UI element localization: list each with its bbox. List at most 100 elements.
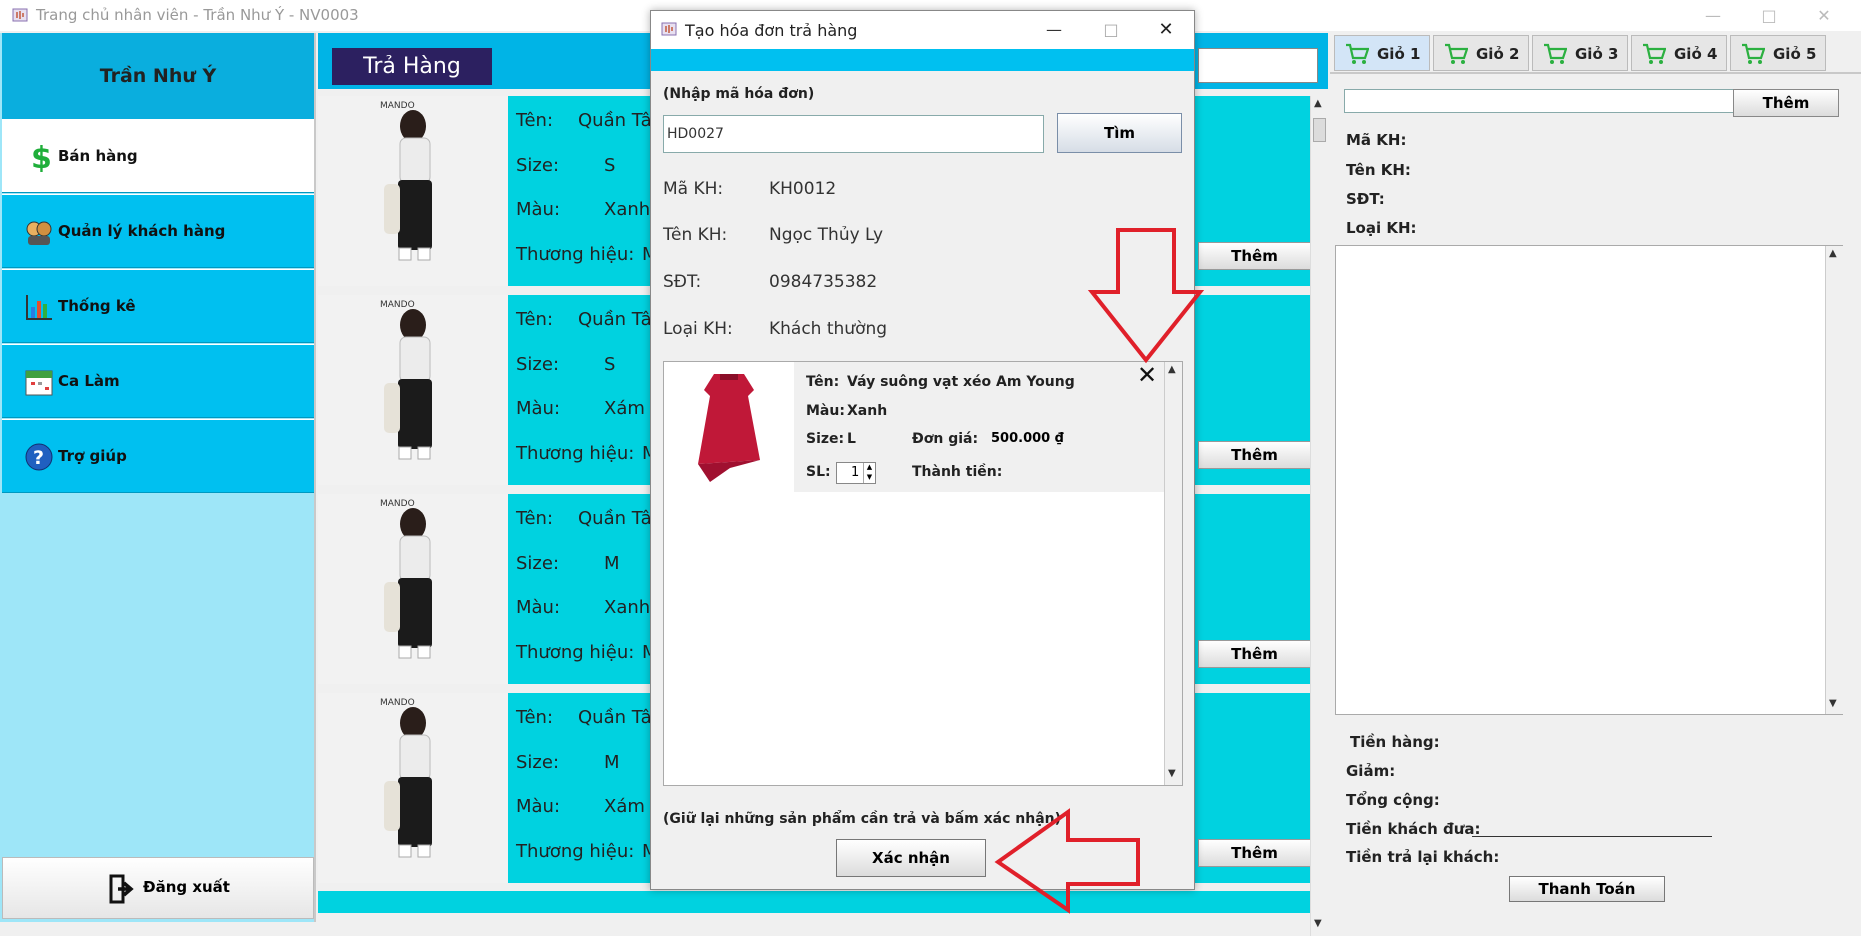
customer-type: Khách thường (769, 319, 888, 339)
product-size: S (604, 354, 616, 375)
search-invoice-button[interactable]: Tìm (1057, 113, 1182, 153)
scroll-up-icon[interactable]: ▲ (1829, 248, 1837, 259)
return-items-scrollbar[interactable]: ▲ ▼ (1164, 362, 1182, 785)
remove-item-icon[interactable]: ✕ (1134, 363, 1160, 388)
help-icon: ? (25, 443, 53, 471)
invoice-code-input[interactable] (663, 115, 1044, 153)
cash-received-input[interactable] (1472, 836, 1712, 837)
tab-gio-3[interactable]: Giỏ 3 (1532, 35, 1628, 71)
customer-type-label: Loại KH: (663, 319, 733, 339)
cart-items-list: ▲ ▼ (1335, 245, 1843, 715)
sidebar-item-label: Quản lý khách hàng (58, 222, 226, 240)
tab-gio-1[interactable]: Giỏ 1 (1334, 35, 1430, 71)
product-size-label: Size: (516, 155, 560, 176)
add-to-cart-button[interactable]: Thêm (1198, 839, 1311, 867)
item-qty-stepper[interactable]: 1 ▲ ▼ (836, 462, 876, 484)
add-to-cart-button[interactable]: Thêm (1198, 242, 1311, 270)
sidebar-item-label: Ca Làm (58, 372, 120, 390)
invoice-prompt: (Nhập mã hóa đơn) (663, 86, 815, 102)
customer-name: Ngọc Thủy Ly (769, 225, 884, 245)
customer-phone-label: SĐT: (663, 272, 702, 292)
cart-panel: Giỏ 1 Giỏ 2 Giỏ 3 Giỏ 4 Giỏ 5 Thêm Mã KH… (1330, 33, 1861, 922)
sidebar-item-label: Bán hàng (58, 147, 138, 165)
qty-up-icon[interactable]: ▲ (863, 463, 875, 473)
panel-title: Trả Hàng (332, 48, 492, 85)
sidebar-item-ca-lam[interactable]: Ca Làm (2, 344, 314, 418)
dialog-maximize-button[interactable]: □ (1091, 15, 1131, 45)
product-name-label: Tên: (516, 309, 554, 330)
tab-gio-5[interactable]: Giỏ 5 (1730, 35, 1826, 71)
product-size: S (604, 155, 616, 176)
cart-icon (1742, 43, 1765, 64)
item-total-label: Thành tiền: (912, 464, 1003, 480)
scroll-up-icon[interactable]: ▲ (1314, 98, 1322, 109)
checkout-button[interactable]: Thanh Toán (1509, 876, 1665, 902)
sidebar-item-label: Thống kê (58, 297, 136, 315)
item-qty-label: SL: (806, 464, 831, 480)
logout-label: Đăng xuất (143, 878, 230, 896)
customer-name-label: Tên KH: (1346, 161, 1411, 179)
item-color-label: Màu: (806, 403, 845, 419)
add-to-cart-button[interactable]: Thêm (1198, 640, 1311, 668)
add-to-cart-button[interactable]: Thêm (1198, 441, 1311, 469)
product-size-label: Size: (516, 553, 560, 574)
product-search-input[interactable] (1198, 48, 1318, 83)
confirm-button[interactable]: Xác nhận (836, 839, 986, 877)
scroll-up-icon[interactable]: ▲ (1168, 364, 1176, 375)
sidebar-item-thong-ke[interactable]: Thống kê (2, 269, 314, 343)
cart-icon (1445, 43, 1468, 64)
item-name-label: Tên: (806, 374, 840, 390)
product-size: M (604, 553, 620, 574)
maximize-button[interactable]: □ (1746, 0, 1792, 31)
svg-text:$: $ (31, 142, 52, 172)
product-size-label: Size: (516, 354, 560, 375)
product-brand-label: Thương hiệu: (516, 443, 635, 464)
tab-label: Giỏ 1 (1377, 45, 1421, 63)
product-brand-label: Thương hiệu: (516, 642, 635, 663)
dialog-header-strip (651, 49, 1194, 71)
dialog-close-button[interactable]: ✕ (1146, 15, 1186, 45)
close-button[interactable]: ✕ (1801, 0, 1847, 31)
product-size: M (604, 752, 620, 773)
product-color-label: Màu: (516, 398, 561, 419)
product-image: MANDO (318, 295, 508, 485)
return-item-row: Tên: Váy suông vạt xéo Am Young Màu: Xan… (794, 362, 1164, 492)
sidebar-item-ban-hang[interactable]: $ Bán hàng (2, 119, 314, 193)
dress-image (698, 374, 760, 482)
product-name-label: Tên: (516, 110, 554, 131)
customer-code: KH0012 (769, 179, 837, 199)
scroll-down-icon[interactable]: ▼ (1314, 918, 1322, 929)
product-card (318, 891, 1310, 913)
scroll-down-icon[interactable]: ▼ (1829, 698, 1837, 709)
customer-phone: 0984735382 (769, 272, 878, 292)
product-list-scrollbar[interactable]: ▲ ▼ (1310, 96, 1328, 936)
minimize-button[interactable]: — (1690, 0, 1736, 31)
total-label: Tổng cộng: (1346, 791, 1440, 809)
sidebar-item-quan-ly-khach-hang[interactable]: Quản lý khách hàng (2, 194, 314, 268)
qty-down-icon[interactable]: ▼ (863, 473, 875, 483)
item-qty: 1 (851, 465, 860, 480)
product-color: Xanh (604, 597, 651, 618)
sidebar: Trần Như Ý $ Bán hàng Quản lý khách hàng… (0, 33, 316, 922)
product-image: MANDO (318, 693, 508, 883)
cart-scrollbar[interactable]: ▲ ▼ (1825, 246, 1843, 714)
sidebar-item-label: Trợ giúp (58, 447, 127, 465)
tab-label: Giỏ 2 (1476, 45, 1520, 63)
customer-phone-label: SĐT: (1346, 190, 1385, 208)
dollar-icon: $ (31, 142, 52, 172)
sidebar-item-tro-giup[interactable]: ? Trợ giúp (2, 419, 314, 493)
add-customer-button[interactable]: Thêm (1733, 89, 1839, 117)
scroll-thumb[interactable] (1313, 118, 1326, 142)
dialog-minimize-button[interactable]: — (1034, 15, 1074, 45)
users-icon (26, 221, 52, 245)
item-name: Váy suông vạt xéo Am Young (847, 374, 1075, 390)
scroll-down-icon[interactable]: ▼ (1168, 768, 1176, 779)
window-title: Trang chủ nhân viên - Trần Như Ý - NV000… (36, 6, 359, 24)
item-color: Xanh (847, 403, 888, 419)
tab-gio-4[interactable]: Giỏ 4 (1631, 35, 1727, 71)
customer-search-input[interactable] (1344, 89, 1734, 113)
logout-button[interactable]: Đăng xuất (2, 857, 314, 919)
product-color-label: Màu: (516, 199, 561, 220)
tab-gio-2[interactable]: Giỏ 2 (1433, 35, 1529, 71)
cash-received-label: Tiền khách đưa: (1346, 820, 1481, 838)
